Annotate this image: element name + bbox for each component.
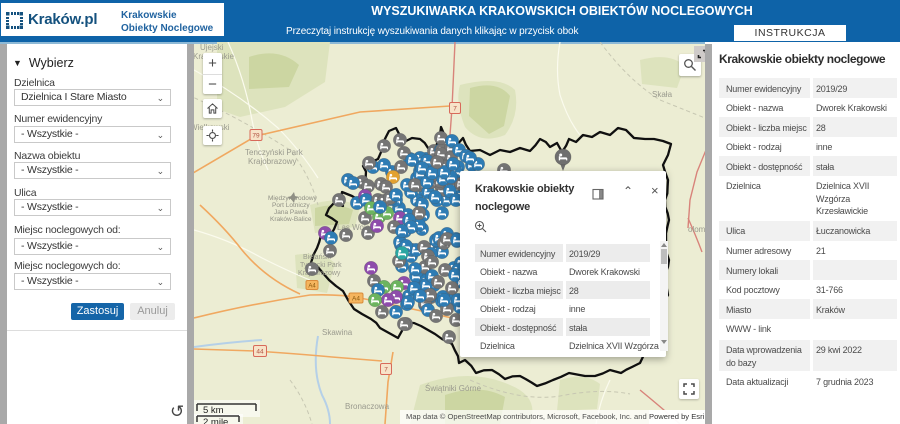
svg-text:olomice: olomice bbox=[688, 225, 705, 234]
svg-text:7: 7 bbox=[453, 106, 457, 113]
svg-text:7: 7 bbox=[384, 367, 388, 374]
svg-text:Bronaczowa: Bronaczowa bbox=[345, 402, 390, 411]
svg-text:Port Lotniczy: Port Lotniczy bbox=[272, 202, 310, 209]
svg-text:Krajobrazowy: Krajobrazowy bbox=[248, 157, 296, 166]
svg-text:Ujejski: Ujejski bbox=[200, 43, 224, 52]
svg-text:Skała: Skała bbox=[652, 90, 673, 99]
svg-text:44: 44 bbox=[256, 349, 264, 356]
svg-text:Kraków-Balice: Kraków-Balice bbox=[270, 216, 312, 223]
svg-text:Tenczyński Park: Tenczyński Park bbox=[245, 148, 304, 157]
svg-text:A4: A4 bbox=[352, 296, 360, 303]
svg-text:Jana Pawła: Jana Pawła bbox=[274, 209, 308, 216]
svg-text:Świątniki Górne: Świątniki Górne bbox=[425, 384, 482, 393]
svg-text:Skawina: Skawina bbox=[322, 328, 353, 337]
svg-text:79: 79 bbox=[252, 133, 260, 140]
svg-text:Krajobrazowy: Krajobrazowy bbox=[298, 270, 341, 277]
svg-text:A4: A4 bbox=[308, 284, 316, 290]
